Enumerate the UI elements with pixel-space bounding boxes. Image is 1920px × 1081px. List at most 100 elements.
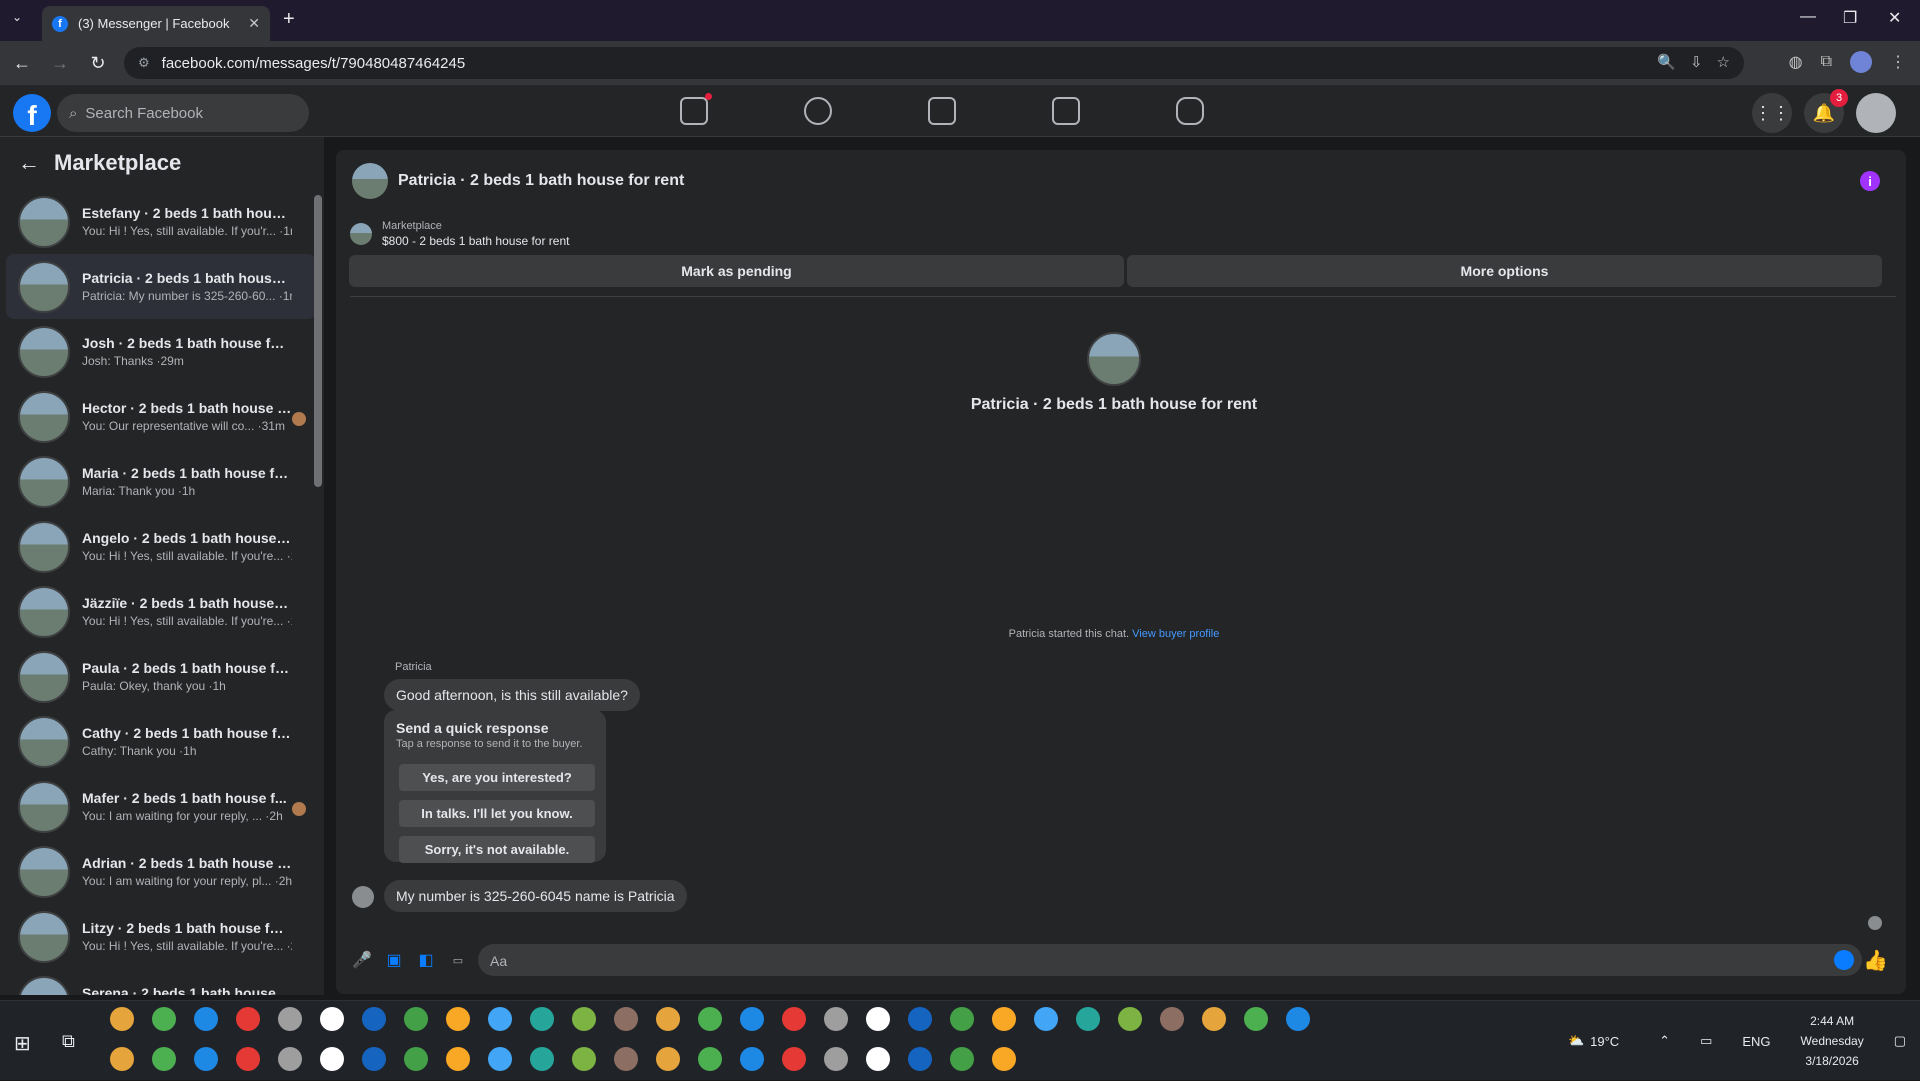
taskbar-app-icon[interactable]: [1286, 1007, 1310, 1031]
conversation-item[interactable]: Estefany · 2 beds 1 bath house f... You: …: [6, 189, 316, 254]
conversation-item[interactable]: Serena · 2 beds 1 bath house f...You: Hi…: [6, 969, 316, 995]
taskbar-app-icon[interactable]: [320, 1047, 344, 1071]
weather-icon[interactable]: ⛅: [1568, 1033, 1584, 1049]
taskbar-app-icon[interactable]: [488, 1047, 512, 1071]
taskbar-app-icon[interactable]: [1076, 1007, 1100, 1031]
photo-icon[interactable]: ▣: [384, 950, 404, 970]
taskbar-app-icon[interactable]: [320, 1007, 344, 1031]
gif-icon[interactable]: ▭: [448, 950, 468, 970]
conversation-item[interactable]: Cathy · 2 beds 1 bath house for r... Cath…: [6, 709, 316, 774]
address-bar[interactable]: ⚙ facebook.com/messages/t/79048048746424…: [124, 47, 1744, 79]
conversation-item[interactable]: Maria · 2 beds 1 bath house for ... Maria…: [6, 449, 316, 514]
minimize-icon[interactable]: —: [1800, 8, 1816, 26]
video-icon[interactable]: [928, 97, 956, 125]
taskbar-app-icon[interactable]: [110, 1047, 134, 1071]
taskbar-app-icon[interactable]: [992, 1007, 1016, 1031]
menu-icon[interactable]: ⋮: [1890, 52, 1906, 72]
back-icon[interactable]: ←: [6, 53, 38, 74]
conversation-item[interactable]: Hector · 2 beds 1 bath house f... You: Ou…: [6, 384, 316, 449]
taskbar-app-icon[interactable]: [950, 1007, 974, 1031]
taskbar-app-icon[interactable]: [530, 1007, 554, 1031]
clock[interactable]: 2:44 AM Wednesday 3/18/2026: [1801, 1011, 1864, 1071]
taskbar-app-icon[interactable]: [194, 1047, 218, 1071]
taskbar-app-icon[interactable]: [572, 1047, 596, 1071]
marketplace-icon[interactable]: [1052, 97, 1080, 125]
reload-icon[interactable]: ↻: [82, 53, 114, 74]
taskbar-app-icon[interactable]: [446, 1047, 470, 1071]
taskbar-app-icon[interactable]: [698, 1007, 722, 1031]
forward-icon[interactable]: →: [44, 53, 76, 74]
tab-search-icon[interactable]: ⌄: [12, 10, 22, 24]
taskbar-app-icon[interactable]: [614, 1047, 638, 1071]
taskbar-app-icon[interactable]: [530, 1047, 554, 1071]
emoji-icon[interactable]: [1834, 950, 1854, 970]
taskbar-app-icon[interactable]: [782, 1007, 806, 1031]
taskbar-app-icon[interactable]: [824, 1007, 848, 1031]
network-icon[interactable]: ▭: [1700, 1033, 1712, 1049]
taskbar-app-icon[interactable]: [152, 1007, 176, 1031]
notifications-bell-icon[interactable]: 🔔 3: [1804, 89, 1848, 133]
taskbar-app-icon[interactable]: [698, 1047, 722, 1071]
bookmark-star-icon[interactable]: ☆: [1717, 53, 1730, 71]
quick-reply-button[interactable]: In talks. I'll let you know.: [399, 800, 595, 827]
notification-center-icon[interactable]: ▢: [1894, 1033, 1906, 1049]
conversation-item[interactable]: Adrian · 2 beds 1 bath house for... You: …: [6, 839, 316, 904]
taskbar-app-icon[interactable]: [152, 1047, 176, 1071]
view-buyer-profile-link[interactable]: View buyer profile: [1132, 628, 1219, 640]
taskbar-app-icon[interactable]: [1244, 1007, 1268, 1031]
window-close-icon[interactable]: ✕: [1888, 8, 1901, 28]
close-tab-icon[interactable]: ✕: [248, 15, 260, 32]
taskbar-app-icon[interactable]: [236, 1047, 260, 1071]
taskbar-app-icon[interactable]: [782, 1047, 806, 1071]
taskbar-app-icon[interactable]: [740, 1047, 764, 1071]
sticker-icon[interactable]: ◧: [416, 950, 436, 970]
quick-reply-button[interactable]: Yes, are you interested?: [399, 764, 595, 791]
message-input[interactable]: Aa: [478, 944, 1862, 976]
conversation-item[interactable]: Litzy · 2 beds 1 bath house for r... You:…: [6, 904, 316, 969]
menu-grid-icon[interactable]: ⋮⋮: [1752, 93, 1792, 133]
taskbar-app-icon[interactable]: [866, 1007, 890, 1031]
taskbar-app-icon[interactable]: [950, 1047, 974, 1071]
taskbar-app-icon[interactable]: [1118, 1007, 1142, 1031]
taskbar-app-icon[interactable]: [1202, 1007, 1226, 1031]
zoom-icon[interactable]: 🔍: [1657, 53, 1676, 71]
extensions-icon[interactable]: ⧉: [1821, 53, 1832, 71]
message-bubble[interactable]: Good afternoon, is this still available?: [384, 679, 640, 711]
taskbar-app-icon[interactable]: [908, 1007, 932, 1031]
home-icon[interactable]: [680, 93, 712, 125]
like-thumb-icon[interactable]: 👍: [1863, 948, 1888, 973]
microphone-icon[interactable]: 🎤: [352, 950, 372, 970]
conversation-item[interactable]: Mafer · 2 beds 1 bath house f... You: I a…: [6, 774, 316, 839]
taskbar-app-icon[interactable]: [362, 1047, 386, 1071]
taskbar-app-icon[interactable]: [194, 1007, 218, 1031]
account-avatar[interactable]: [1856, 93, 1896, 133]
taskbar-app-icon[interactable]: [866, 1047, 890, 1071]
taskbar-app-icon[interactable]: [1034, 1007, 1058, 1031]
sidebar-scrollbar[interactable]: [314, 195, 322, 487]
taskbar-app-icon[interactable]: [824, 1047, 848, 1071]
profile-avatar[interactable]: [1850, 51, 1872, 73]
friends-icon[interactable]: [804, 97, 832, 125]
chat-avatar[interactable]: [352, 163, 388, 199]
windows-start-icon[interactable]: ⊞: [14, 1031, 31, 1056]
weather-temp[interactable]: 19°C: [1590, 1034, 1619, 1049]
conversation-item[interactable]: Angelo · 2 beds 1 bath house fo... You: H…: [6, 514, 316, 579]
taskbar-app-icon[interactable]: [278, 1007, 302, 1031]
task-view-icon[interactable]: ⧉: [62, 1031, 75, 1052]
sender-avatar[interactable]: [352, 886, 374, 908]
taskbar-app-icon[interactable]: [656, 1007, 680, 1031]
taskbar-app-icon[interactable]: [362, 1007, 386, 1031]
back-arrow-icon[interactable]: ←: [18, 150, 40, 176]
info-icon[interactable]: i: [1860, 171, 1880, 191]
taskbar-app-icon[interactable]: [236, 1007, 260, 1031]
globe-icon[interactable]: ◍: [1789, 52, 1803, 72]
new-tab-icon[interactable]: +: [283, 8, 295, 31]
taskbar-app-icon[interactable]: [488, 1007, 512, 1031]
taskbar-app-icon[interactable]: [278, 1047, 302, 1071]
taskbar-app-icon[interactable]: [446, 1007, 470, 1031]
chat-title[interactable]: Patricia · 2 beds 1 bath house for rent: [398, 172, 684, 190]
facebook-logo-icon[interactable]: f: [13, 94, 51, 132]
conversation-item[interactable]: Jäzziïe · 2 beds 1 bath house for ... You…: [6, 579, 316, 644]
taskbar-app-icon[interactable]: [572, 1007, 596, 1031]
taskbar-app-icon[interactable]: [110, 1007, 134, 1031]
